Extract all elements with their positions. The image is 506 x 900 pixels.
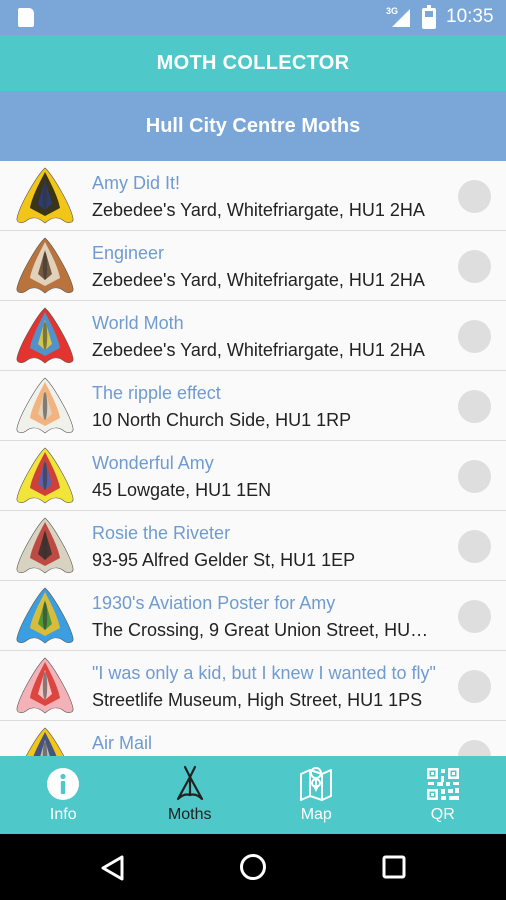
collected-indicator[interactable]: [458, 460, 491, 493]
sd-card-icon: [18, 8, 34, 27]
moth-thumbnail: [16, 657, 74, 714]
recents-icon[interactable]: [382, 855, 406, 879]
moth-name: Engineer: [92, 243, 165, 263]
moth-thumbnail: [16, 307, 74, 364]
home-icon[interactable]: [239, 853, 267, 881]
moth-address: 45 Lowgate, HU1 1EN: [92, 480, 272, 500]
section-title: Hull City Centre Moths: [145, 114, 361, 137]
moth-address: The Crossing, 9 Great Union Street, HU9 …: [92, 620, 438, 640]
bottom-nav: Info Moths Map QR: [0, 756, 506, 834]
moth-name: "I was only a kid, but I knew I wanted t…: [92, 663, 436, 683]
nav-info-label: Info: [49, 806, 77, 823]
moth-row[interactable]: Rosie the Riveter 93-95 Alfred Gelder St,…: [0, 511, 506, 581]
nav-map-label: Map: [300, 806, 332, 823]
nav-map[interactable]: Map: [253, 756, 380, 834]
collected-indicator[interactable]: [458, 670, 491, 703]
moth-thumbnail: [16, 377, 74, 434]
moth-row[interactable]: Wonderful Amy 45 Lowgate, HU1 1EN: [0, 441, 506, 511]
collected-indicator[interactable]: [458, 180, 491, 213]
moth-address: Streetlife Museum, High Street, HU1 1PS: [92, 690, 423, 710]
moth-address: 10 North Church Side, HU1 1RP: [92, 410, 352, 430]
nav-info[interactable]: Info: [0, 756, 127, 834]
collected-indicator[interactable]: [458, 740, 491, 756]
moth-thumbnail: [16, 447, 74, 504]
info-icon: [45, 766, 81, 802]
moth-icon: [172, 765, 208, 802]
nav-moths-label: Moths: [167, 806, 212, 823]
moth-name: Air Mail: [92, 733, 153, 753]
signal-icon: [392, 9, 410, 27]
qr-icon: [425, 766, 461, 802]
moth-thumbnail: [16, 517, 74, 574]
status-bar: 3G 10:35: [0, 0, 506, 35]
collected-indicator[interactable]: [458, 250, 491, 283]
moth-thumbnail: [25, 727, 65, 756]
moth-row[interactable]: The ripple effect 10 North Church Side, H…: [0, 371, 506, 441]
app-title: MOTH COLLECTOR: [156, 51, 350, 74]
moth-address: 93-95 Alfred Gelder St, HU1 1EP: [92, 550, 356, 570]
moth-address: Zebedee's Yard, Whitefriargate, HU1 2HA: [92, 200, 425, 220]
moth-name: World Moth: [92, 313, 184, 333]
collected-indicator[interactable]: [458, 390, 491, 423]
moth-row[interactable]: "I was only a kid, but I knew I wanted t…: [0, 651, 506, 721]
moth-address: Zebedee's Yard, Whitefriargate, HU1 2HA: [92, 340, 425, 360]
nav-moths[interactable]: Moths: [127, 756, 254, 834]
app-bar: MOTH COLLECTOR: [0, 35, 506, 91]
nav-qr[interactable]: QR: [380, 756, 506, 834]
system-nav-bar: [0, 834, 506, 900]
moth-name: Amy Did It!: [92, 173, 181, 193]
moth-name: Wonderful Amy: [92, 453, 214, 473]
clock: 10:35: [446, 6, 494, 27]
battery-icon: [422, 5, 436, 29]
collected-indicator[interactable]: [458, 320, 491, 353]
moth-row[interactable]: 1930's Aviation Poster for Amy The Crossi…: [0, 581, 506, 651]
nav-qr-label: QR: [430, 806, 455, 823]
moth-row[interactable]: Air Mail: [0, 721, 506, 756]
moth-thumbnail: [16, 167, 74, 224]
section-header: Hull City Centre Moths: [0, 91, 506, 161]
moth-thumbnail: [16, 587, 74, 644]
moth-address: Zebedee's Yard, Whitefriargate, HU1 2HA: [92, 270, 425, 290]
map-icon: [298, 766, 334, 802]
moth-row[interactable]: Amy Did It! Zebedee's Yard, Whitefriargat…: [0, 161, 506, 231]
moth-thumbnail: [16, 237, 74, 294]
moth-row[interactable]: World Moth Zebedee's Yard, Whitefriargate…: [0, 301, 506, 371]
collected-indicator[interactable]: [458, 600, 491, 633]
moth-row[interactable]: Engineer Zebedee's Yard, Whitefriargate, …: [0, 231, 506, 301]
moth-list[interactable]: Amy Did It! Zebedee's Yard, Whitefriargat…: [0, 161, 506, 756]
moth-name: Rosie the Riveter: [92, 523, 231, 543]
moth-name: The ripple effect: [92, 383, 221, 403]
moth-name: 1930's Aviation Poster for Amy: [92, 593, 336, 613]
back-icon[interactable]: [100, 854, 126, 882]
collected-indicator[interactable]: [458, 530, 491, 563]
